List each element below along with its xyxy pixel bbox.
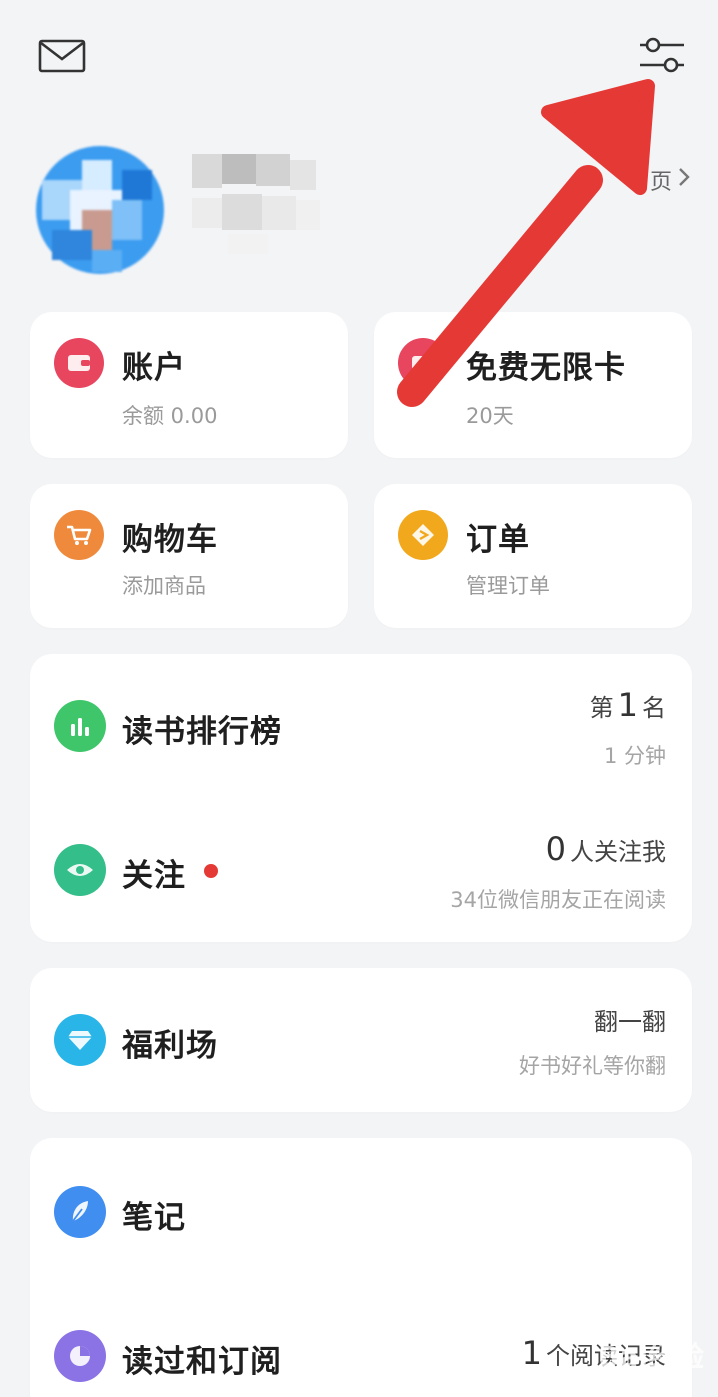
rank-suffix: 名 [642,694,666,722]
bar-chart-icon [54,700,106,752]
follow-title: 关注 [122,858,186,894]
orders-subtitle: 管理订单 [466,574,550,598]
homepage-link-label: 页 [649,170,672,195]
welfare-card[interactable]: 福利场 翻一翻 好书好礼等你翻 [30,968,692,1112]
follower-count-suffix: 人关注我 [570,838,666,866]
top-bar [0,0,718,110]
username-pixelated [188,150,358,270]
me-page: 页 账户 余额 0.00 免费无限卡 20天 购物车 添加商品 订单 管理订单 … [0,0,718,1397]
friends-reading: 34位微信朋友正在阅读 [450,888,666,912]
ranking-title: 读书排行榜 [122,714,282,750]
follow-row[interactable]: 关注 0 人关注我 34位微信朋友正在阅读 [30,798,692,942]
order-ticket-icon [398,510,448,560]
read-history-row[interactable]: 读过和订阅 1 个阅读记录 [30,1282,692,1397]
free-card-title: 免费无限卡 [466,350,626,386]
account-tile[interactable]: 账户 余额 0.00 [30,312,348,458]
account-balance: 余额 0.00 [122,404,218,428]
ranking-time: 1 分钟 [603,744,666,768]
history-count-value: 1 [521,1334,542,1372]
notification-dot [204,864,218,878]
account-title: 账户 [122,350,186,386]
history-clock-icon [54,1330,106,1382]
cart-title: 购物车 [122,522,218,558]
avatar[interactable] [22,140,172,280]
shopping-cart-icon [54,510,104,560]
mail-icon[interactable] [38,38,86,74]
orders-title: 订单 [466,522,530,558]
free-card-days: 20天 [466,404,514,428]
diamond-icon [54,1014,106,1066]
chevron-right-icon [678,167,690,193]
welfare-subtitle: 好书好礼等你翻 [519,1054,666,1078]
homepage-link[interactable]: 页 [650,164,690,196]
profile-header[interactable]: 页 [0,130,718,290]
history-title: 读过和订阅 [122,1344,282,1380]
free-card-tile[interactable]: 免费无限卡 20天 [374,312,692,458]
notes-history-card: 笔记 读过和订阅 1 个阅读记录 [30,1138,692,1397]
settings-sliders-icon[interactable] [636,34,688,78]
orders-tile[interactable]: 订单 管理订单 [374,484,692,628]
follower-count: 0 人关注我 [542,830,666,868]
cart-subtitle: 添加商品 [122,574,206,598]
notes-title: 笔记 [122,1200,186,1236]
rank-value: 1 [617,686,638,724]
welfare-action: 翻一翻 [594,1008,666,1036]
feather-icon [54,1186,106,1238]
notes-row[interactable]: 笔记 [30,1138,692,1282]
reading-ranking-row[interactable]: 读书排行榜 第1名 1 分钟 [30,654,692,798]
ranking-follow-card: 读书排行榜 第1名 1 分钟 关注 0 人关注我 34位微信朋友正在阅读 [30,654,692,942]
card-icon [398,338,448,388]
watermark: Bai经验 [598,1340,704,1373]
rank-prefix: 第 [589,694,614,722]
welfare-title: 福利场 [122,1028,218,1064]
ranking-position: 第1名 [590,686,666,724]
follower-count-value: 0 [545,830,566,868]
cart-tile[interactable]: 购物车 添加商品 [30,484,348,628]
eye-icon [54,844,106,896]
wallet-icon [54,338,104,388]
